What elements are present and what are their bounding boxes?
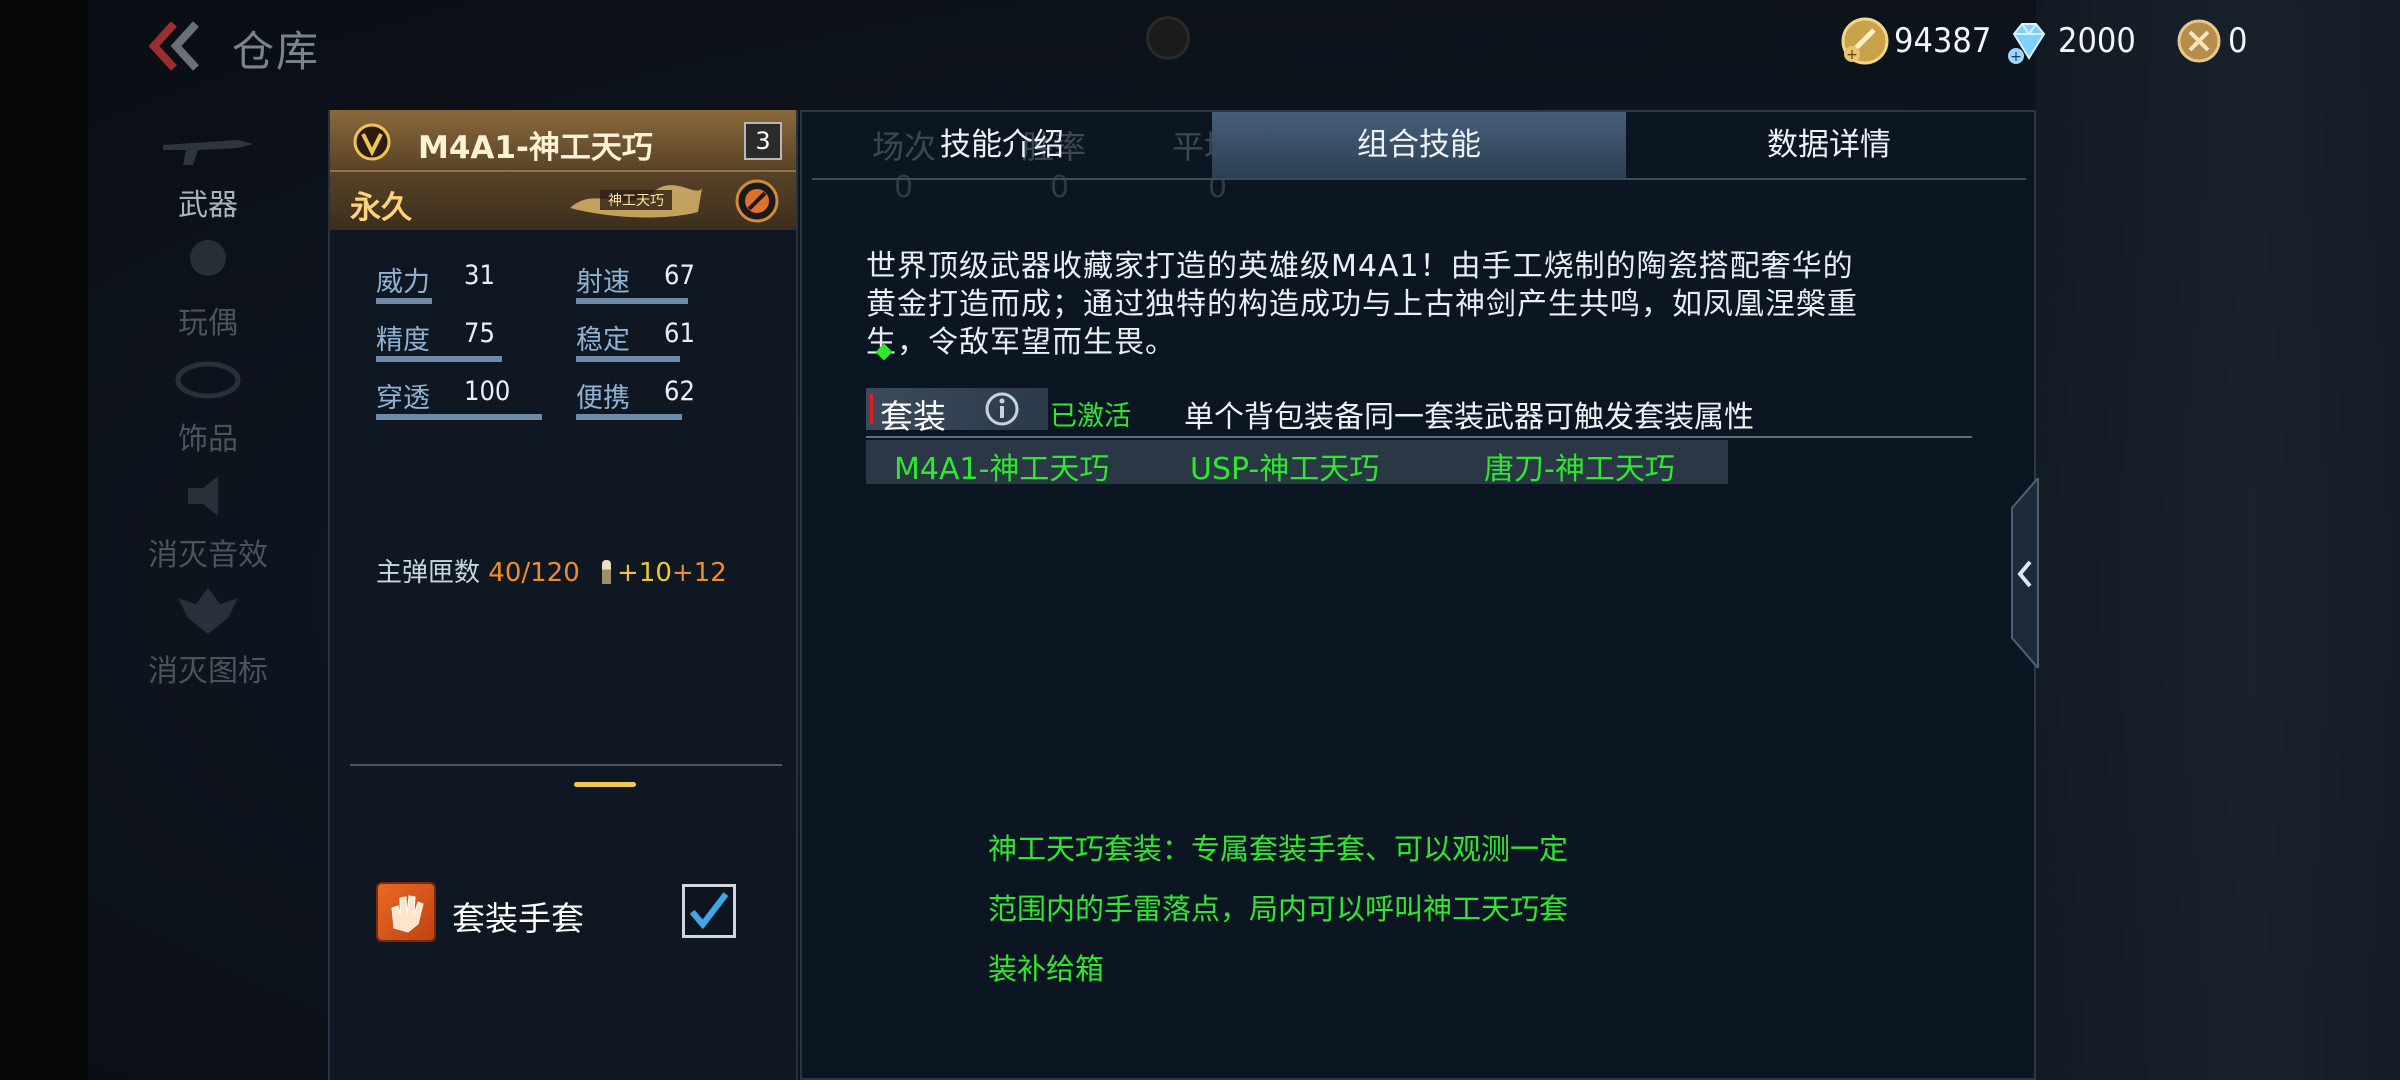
category-label: 消灭图标 [148,654,268,689]
ammo-bonus-yellow: +10 [617,558,672,588]
set-emblem-text: 神工天巧 [608,193,664,209]
stat-bar [576,414,682,420]
stat-bar [576,298,688,304]
weapon-duration: 永久 [350,190,412,226]
tab-combo-skill[interactable]: 组合技能 [1212,112,1626,178]
stat-accuracy: 精度 75 [376,318,576,368]
category-label: 饰品 [178,422,238,457]
gloves-checkbox[interactable] [682,884,736,938]
honor-medal-icon [2177,19,2221,63]
diamond-icon: + [2008,23,2046,65]
category-label: 武器 [178,188,238,223]
ammo-max: 120 [530,558,580,588]
gloves-icon [376,882,436,942]
stat-value: 100 [464,376,511,407]
emblem-icon [178,588,238,634]
category-accessory[interactable]: 饰品 [88,342,328,457]
stat-bar [376,298,432,304]
diamond-amount: 2000 [2058,21,2136,61]
description-line: 黄金打造而成；通过独特的构造成功与上古神剑产生共鸣，如凤凰涅槃重 [866,287,1858,322]
stat-value: 75 [464,318,495,349]
ammo-separator: / [521,558,531,588]
gloves-label: 套装手套 [452,899,584,938]
weapon-level-badge: 3 [744,122,782,160]
stat-value: 67 [664,260,695,291]
stat-label: 威力 [376,267,430,298]
right-background-area [2036,0,2400,1080]
accessory-icon [175,361,241,399]
ammo-info: 主弹匣数 40/120 +10+12 [376,552,727,589]
checkmark-icon [689,892,729,930]
gloves-option: 套装手套 [376,880,796,944]
forbidden-icon[interactable] [734,178,780,224]
stat-label: 便携 [576,383,630,414]
sound-icon [188,476,218,516]
category-kill-icon[interactable]: 消灭图标 [88,574,328,689]
honor-currency[interactable]: 0 [2174,16,2247,66]
stat-label: 穿透 [376,383,430,414]
category-weapon[interactable]: 武器 [88,110,328,223]
svg-text:+: + [2010,49,2022,65]
left-edge [0,0,88,1080]
tab-skill-intro[interactable]: 技能介绍 [882,112,1122,178]
set-emblem-icon: 神工天巧 [570,185,702,218]
stat-value: 31 [464,260,495,291]
diamond-currency[interactable]: + 2000 [2004,16,2136,66]
card-divider [350,764,782,766]
stat-label: 射速 [576,267,630,298]
camera-notch [1146,16,1190,60]
detail-tabs: 场次 胜率 平均KDA 0 0 0 技能介绍 组合技能 数据详情 [812,112,2026,205]
ammo-bonus-orange: +12 [671,558,727,588]
stat-label: 稳定 [576,325,630,356]
svg-text:+: + [1846,47,1858,63]
back-chevron-icon [148,21,199,71]
stat-stability: 稳定 61 [576,318,776,368]
drag-handle[interactable] [574,782,636,787]
back-button[interactable] [144,18,216,74]
doll-icon [190,240,226,276]
category-doll[interactable]: 玩偶 [88,226,328,341]
bonus-line: 范围内的手雷落点，局内可以呼叫神工天巧套 [988,892,1569,926]
stat-penetration: 穿透 100 [376,376,576,426]
gold-currency[interactable]: + 94387 [1840,16,1991,66]
weapon-name: M4A1-神工天巧 [418,130,653,166]
weapon-card-header: M4A1-神工天巧 3 永久 神工天巧 [330,110,796,230]
category-kill-sound[interactable]: 消灭音效 [88,458,328,573]
stat-label: 精度 [376,325,430,356]
gold-coin-icon: + [1841,17,1889,65]
rifle-icon [163,140,253,165]
page-title: 仓库 [232,27,321,76]
tab-data-details[interactable]: 数据详情 [1632,112,2026,178]
stat-value: 62 [664,376,695,407]
honor-amount: 0 [2228,21,2248,61]
category-label: 玩偶 [178,306,238,341]
stat-value: 61 [664,318,695,349]
weapon-card: M4A1-神工天巧 3 永久 神工天巧 威力 31 射速 67 精度 75 稳定… [328,110,798,1080]
set-bonus-text: 神工天巧套装：专属套装手套、可以观测一定 范围内的手雷落点，局内可以呼叫神工天巧… [866,338,1568,986]
bullet-icon [602,560,612,584]
description-line: 世界顶级武器收藏家打造的英雄级M4A1！由手工烧制的陶瓷搭配奢华的 [866,249,1854,284]
stat-bar [376,356,502,362]
detail-panel: 场次 胜率 平均KDA 0 0 0 技能介绍 组合技能 数据详情 世界顶级武器收… [800,110,2036,1080]
gold-amount: 94387 [1894,21,1992,61]
stat-bar [576,356,680,362]
vip-badge-icon [353,123,391,161]
stat-fire-rate: 射速 67 [576,260,776,310]
stat-portability: 便携 62 [576,376,776,426]
category-label: 消灭音效 [148,538,268,573]
ammo-current: 40 [488,558,522,588]
stat-power: 威力 31 [376,260,576,310]
bonus-line: 神工天巧套装：专属套装手套、可以观测一定 [988,832,1569,866]
ammo-label: 主弹匣数 [376,558,481,588]
tabs-underline [812,178,2026,180]
stat-bar [376,414,542,420]
collapse-panel-handle[interactable] [2008,478,2042,668]
header-divider [330,170,796,172]
bonus-line: 装补给箱 [988,952,1105,986]
top-bar: 仓库 + 94387 + 2000 0 [88,0,2400,90]
